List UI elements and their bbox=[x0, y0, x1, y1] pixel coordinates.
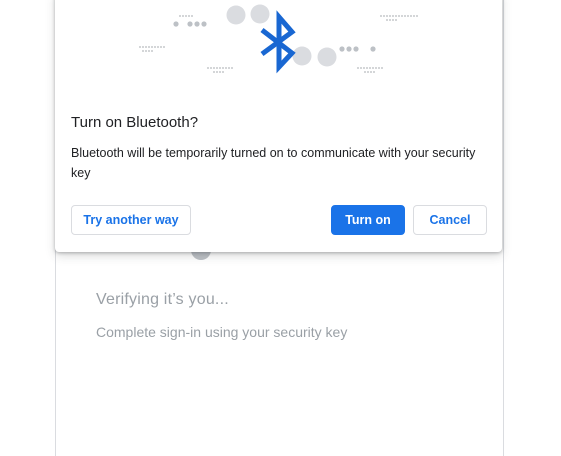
cancel-button[interactable]: Cancel bbox=[413, 205, 487, 235]
bluetooth-icon bbox=[260, 10, 296, 74]
dialog-title: Turn on Bluetooth? bbox=[71, 114, 199, 131]
turn-on-button[interactable]: Turn on bbox=[331, 205, 405, 235]
bluetooth-dialog: Turn on Bluetooth? Bluetooth will be tem… bbox=[55, 0, 502, 252]
try-another-way-button[interactable]: Try another way bbox=[71, 205, 191, 235]
bluetooth-illustration bbox=[139, 4, 418, 74]
page-root: ​ Verifying it’s you... Complete sign-in… bbox=[0, 0, 561, 456]
verifying-heading: Verifying it’s you... bbox=[96, 291, 229, 308]
dialog-body-text: Bluetooth will be temporarily turned on … bbox=[71, 146, 476, 180]
verifying-subtitle: Complete sign-in using your security key bbox=[96, 324, 348, 340]
